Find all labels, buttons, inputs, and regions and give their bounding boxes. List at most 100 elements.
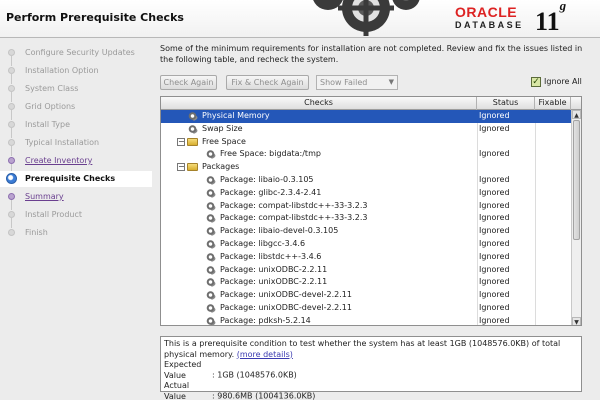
- check-name: Package: unixODBC-devel-2.2.11: [220, 303, 352, 312]
- table-row[interactable]: Free Space: bigdata:/tmp Ignored: [161, 148, 571, 161]
- scroll-down-icon[interactable]: ▼: [572, 317, 581, 325]
- vertical-scrollbar[interactable]: ▲ ▼: [571, 110, 581, 325]
- table-row[interactable]: Package: libgcc-3.4.6 Ignored: [161, 238, 571, 251]
- table-row[interactable]: Physical Memory Ignored: [161, 110, 571, 123]
- table-row[interactable]: Package: compat-libstdc++-33-3.2.3 Ignore…: [161, 200, 571, 213]
- check-status: Ignored: [479, 123, 510, 133]
- check-name: Package: unixODBC-devel-2.2.11: [220, 290, 352, 300]
- table-row[interactable]: − Free Space: [161, 136, 571, 149]
- step-marker-icon: [8, 103, 15, 110]
- check-name: Package: pdksh-5.2.14: [220, 315, 311, 325]
- check-status: Ignored: [479, 175, 510, 184]
- gear-icon: [205, 264, 216, 275]
- gears-graphic-icon: [313, 0, 420, 36]
- check-status: Ignored: [479, 290, 510, 300]
- check-description-panel: This is a prerequisite condition to test…: [160, 336, 582, 400]
- step-install-product: Install Product: [0, 207, 152, 228]
- step-marker-icon: [8, 193, 15, 200]
- step-marker-icon: [8, 139, 15, 146]
- step-label: Prerequisite Checks: [25, 174, 116, 183]
- table-header: Checks Status Fixable: [161, 97, 581, 110]
- gear-icon: [187, 123, 198, 134]
- gear-icon: [205, 213, 216, 224]
- check-name: Package: compat-libstdc++-33-3.2.3: [220, 213, 368, 223]
- main-panel: Some of the minimum requirements for ins…: [157, 39, 600, 400]
- table-row[interactable]: Package: glibc-2.3.4-2.41 Ignored: [161, 187, 571, 200]
- table-row[interactable]: Package: pdksh-5.2.14 Ignored: [161, 315, 571, 325]
- gear-icon: [205, 290, 216, 301]
- table-row[interactable]: Swap Size Ignored: [161, 123, 571, 136]
- check-name: Swap Size: [202, 123, 243, 133]
- scrollbar-thumb[interactable]: [573, 120, 580, 240]
- table-row[interactable]: Package: libaio-devel-0.3.105 Ignored: [161, 225, 571, 238]
- check-status: Ignored: [479, 213, 510, 223]
- table-row[interactable]: Package: unixODBC-devel-2.2.11 Ignored: [161, 302, 571, 315]
- gear-icon: [205, 175, 216, 185]
- fixable-column-header[interactable]: Fixable: [535, 97, 571, 110]
- check-name: Package: libaio-0.3.105: [220, 175, 314, 184]
- check-again-button[interactable]: Check Again: [160, 75, 217, 90]
- check-status: Ignored: [479, 264, 510, 274]
- check-status: Ignored: [479, 226, 510, 236]
- actual-value: : 980.6MB (1004136.0KB): [212, 391, 316, 400]
- step-prerequisite-checks: Prerequisite Checks: [0, 171, 152, 187]
- window-header: Perform Prerequisite Checks ORACLE DATAB…: [0, 0, 600, 38]
- step-link-create-inventory[interactable]: Create Inventory: [25, 156, 92, 165]
- check-status: Ignored: [479, 187, 510, 197]
- step-summary[interactable]: Summary: [0, 189, 152, 210]
- gear-icon: [205, 251, 216, 262]
- logo-oracle-text: ORACLE: [455, 4, 518, 20]
- checkbox-checked-icon[interactable]: ✓: [531, 77, 541, 87]
- step-label: Configure Security Updates: [25, 48, 135, 57]
- gear-icon: [205, 226, 216, 237]
- gear-icon: [205, 187, 216, 198]
- step-marker-icon: [8, 85, 15, 92]
- check-status: Ignored: [479, 239, 510, 248]
- step-create-inventory[interactable]: Create Inventory: [0, 153, 152, 174]
- tree-collapse-icon[interactable]: −: [177, 163, 185, 172]
- step-configure-security-updates: Configure Security Updates: [0, 45, 152, 66]
- fix-check-again-button[interactable]: Fix & Check Again: [226, 75, 309, 90]
- oracle-logo: ORACLE DATABASE 11g: [455, 0, 566, 36]
- current-step-icon: [6, 173, 17, 184]
- check-name: Free Space: bigdata:/tmp: [220, 149, 321, 159]
- step-label: Install Type: [25, 120, 70, 129]
- actual-value-row: Actual Value: 980.6MB (1004136.0KB): [164, 381, 578, 400]
- step-marker-icon: [8, 157, 15, 164]
- step-marker-icon: [8, 67, 15, 74]
- step-typical-installation: Typical Installation: [0, 135, 152, 156]
- table-row[interactable]: Package: unixODBC-devel-2.2.11 Ignored: [161, 289, 571, 302]
- logo-version-suffix: g: [559, 0, 567, 14]
- step-label: Install Product: [25, 210, 82, 219]
- check-name: Package: unixODBC-2.2.11: [220, 277, 328, 287]
- gear-icon: [187, 111, 198, 121]
- step-link-summary[interactable]: Summary: [25, 192, 64, 201]
- step-system-class: System Class: [0, 81, 152, 102]
- checks-column-header[interactable]: Checks: [161, 97, 477, 110]
- scroll-up-icon[interactable]: ▲: [572, 110, 581, 119]
- more-details-link[interactable]: (more details): [237, 350, 293, 359]
- intro-text: Some of the minimum requirements for ins…: [160, 44, 583, 64]
- table-row[interactable]: Package: libaio-0.3.105 Ignored: [161, 174, 571, 187]
- step-marker-icon: [8, 49, 15, 56]
- logo-version: 11g: [535, 0, 566, 37]
- step-install-type: Install Type: [0, 117, 152, 138]
- ignore-all-label: Ignore All: [544, 77, 582, 86]
- folder-icon: [187, 163, 198, 172]
- check-name: Package: glibc-2.3.4-2.41: [220, 187, 322, 197]
- step-finish: Finish: [0, 225, 152, 241]
- tree-collapse-icon[interactable]: −: [177, 137, 185, 146]
- table-row[interactable]: Package: unixODBC-2.2.11 Ignored: [161, 276, 571, 289]
- show-filter-select[interactable]: Show Failed ▼: [316, 75, 398, 90]
- status-column-header[interactable]: Status: [477, 97, 535, 110]
- table-row[interactable]: Package: compat-libstdc++-33-3.2.3 Ignore…: [161, 212, 571, 225]
- table-row[interactable]: Package: unixODBC-2.2.11 Ignored: [161, 264, 571, 277]
- steps-sidebar: Configure Security Updates Installation …: [0, 39, 152, 400]
- description-text: This is a prerequisite condition to test…: [164, 339, 561, 359]
- table-row[interactable]: − Packages: [161, 161, 571, 174]
- step-installation-option: Installation Option: [0, 63, 152, 84]
- check-status: Ignored: [479, 303, 510, 312]
- table-row[interactable]: Package: libstdc++-3.4.6 Ignored: [161, 251, 571, 264]
- check-status: Ignored: [479, 200, 510, 210]
- step-grid-options: Grid Options: [0, 99, 152, 120]
